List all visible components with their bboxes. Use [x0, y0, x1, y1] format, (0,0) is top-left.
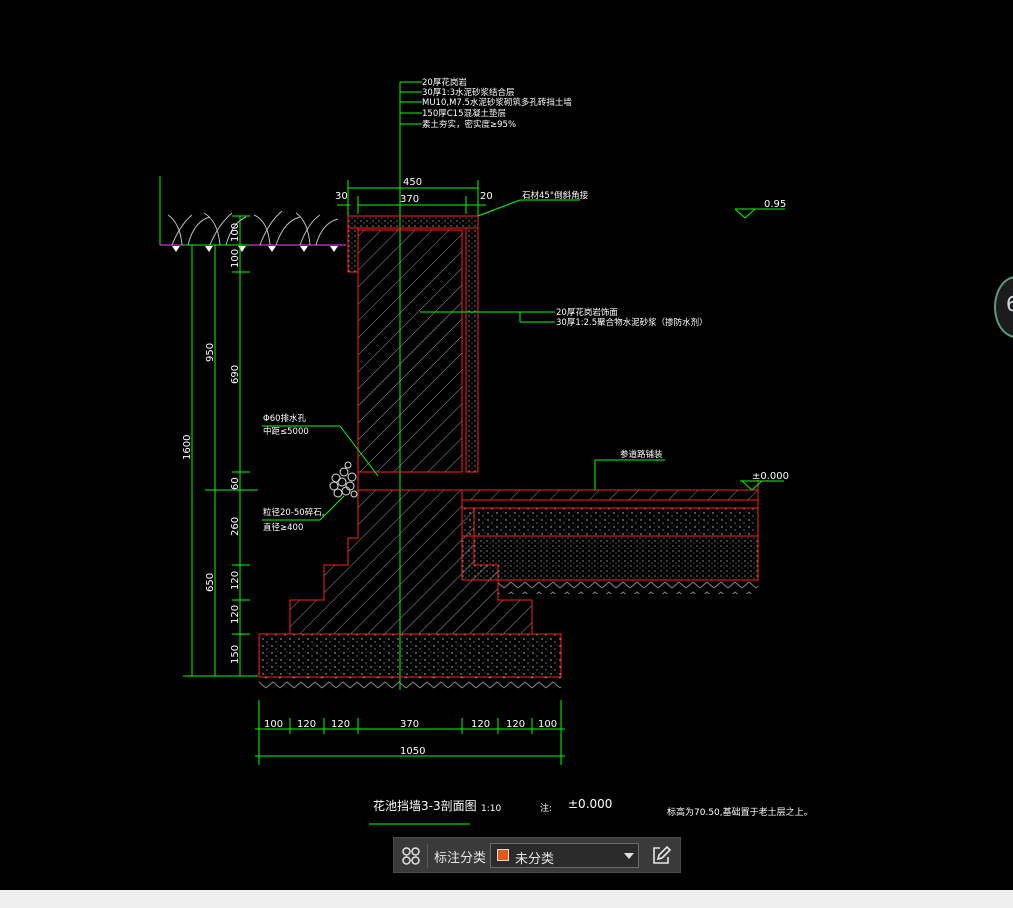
plant-symbols: [160, 210, 346, 252]
drain-pipe-label-1: Φ60排水孔: [263, 413, 307, 424]
dim-right-edge: 20: [480, 191, 493, 202]
callout-layer-2: 30厚1:3水泥砂浆结合层: [422, 87, 515, 98]
callout-layer-1: 20厚花岗岩: [422, 77, 467, 88]
category-selected-value: 未分类: [515, 852, 555, 867]
dim-950: 950: [205, 343, 216, 362]
bottom-dim-2: 120: [297, 719, 316, 730]
bottom-dim-7: 100: [538, 719, 557, 730]
dim-100b: 100: [230, 249, 241, 268]
level-zero-value: ±0.000: [752, 471, 789, 482]
grid-icon[interactable]: [401, 846, 421, 866]
annotation-toolbar: 标注分类 未分类: [393, 837, 681, 873]
toolbar-divider: [427, 844, 428, 868]
note-text: 标高为70.50,基础置于老土层之上。: [667, 806, 813, 818]
drain-pipe-label-2: 中距≤5000: [263, 426, 309, 437]
dim-120b: 120: [230, 605, 241, 624]
callout-layer-5: 素土夯实，密实度≥95%: [422, 119, 516, 130]
note-level: ±0.000: [568, 797, 612, 811]
category-select[interactable]: 未分类: [490, 843, 639, 868]
chevron-down-icon: [624, 853, 634, 859]
cad-canvas[interactable]: 20厚花岗岩 30厚1:3水泥砂浆结合层 MU10,M7.5水泥砂浆砌筑多孔砖挡…: [0, 0, 1013, 890]
bottom-dim-1: 100: [264, 719, 283, 730]
bottom-dim-6: 120: [506, 719, 525, 730]
dim-60: 60: [230, 477, 241, 490]
paving-layers: [461, 480, 759, 594]
retaining-wall: [258, 215, 562, 691]
dim-260: 260: [230, 517, 241, 536]
drawing-scale: 1:10: [481, 804, 501, 814]
category-label: 标注分类: [434, 851, 487, 866]
dim-690: 690: [230, 365, 241, 384]
gravel-label-2: 直径≥400: [263, 522, 303, 533]
status-bar: [0, 890, 1013, 908]
dim-left-edge: 30: [335, 191, 348, 202]
gravel-symbol: [329, 461, 358, 498]
bottom-dim-total: 1050: [400, 746, 425, 757]
wall-facing-2: 30厚1:2.5聚合物水泥砂浆（掺防水剂）: [556, 317, 708, 328]
chamfer-note: 石材45°倒斜角接: [522, 190, 589, 201]
edit-icon[interactable]: [650, 845, 672, 867]
level-marker-top: 0.95: [734, 199, 786, 219]
bottom-dim-5: 120: [471, 719, 490, 730]
bottom-dim-3: 120: [331, 719, 350, 730]
note-label: 注:: [540, 802, 552, 814]
paving-note: 参道路铺装: [620, 449, 663, 460]
dim-150: 150: [230, 645, 241, 664]
dim-120a: 120: [230, 571, 241, 590]
category-color-swatch: [497, 849, 509, 861]
dim-650: 650: [205, 573, 216, 592]
wall-facing-1: 20厚花岗岩饰面: [556, 307, 618, 318]
callout-layer-3: MU10,M7.5水泥砂浆砌筑多孔砖挡土墙: [422, 97, 572, 108]
drawing-title: 花池挡墙3-3剖面图: [373, 798, 477, 813]
level-top-value: 0.95: [764, 199, 786, 210]
section-drawing: 20厚花岗岩 30厚1:3水泥砂浆结合层 MU10,M7.5水泥砂浆砌筑多孔砖挡…: [159, 77, 813, 825]
bottom-dim-4: 370: [400, 719, 419, 730]
level-marker-zero: ±0.000: [740, 471, 789, 491]
gravel-label-1: 粒径20-50碎石,: [263, 507, 324, 518]
side-button-label: 6: [1006, 292, 1013, 316]
dim-100a: 100: [230, 223, 241, 242]
dim-inner-width: 370: [400, 194, 419, 205]
dim-total-height: 1600: [182, 435, 193, 460]
callout-layer-4: 150厚C15混凝土垫层: [422, 108, 506, 119]
dim-top-width: 450: [403, 177, 422, 188]
